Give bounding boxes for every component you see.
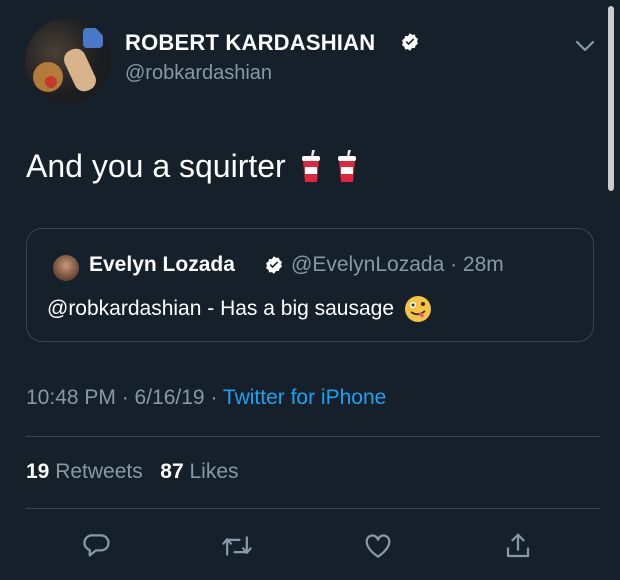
- retweet-icon: [222, 536, 252, 556]
- share-icon: [506, 533, 530, 558]
- tweet-body: And you a squirter: [26, 148, 358, 185]
- quoted-author-name: Evelyn Lozada: [89, 253, 235, 276]
- quoted-tweet-text: @robkardashian - Has a big sausage: [47, 297, 395, 320]
- tweet-timestamp: 10:48 PM · 6/16/19 ·: [26, 386, 223, 409]
- tweet-stats: 19 Retweets 87 Likes: [26, 460, 239, 484]
- chevron-down-icon[interactable]: [574, 38, 596, 54]
- zany-face-emoji-icon: [405, 296, 432, 322]
- retweet-button[interactable]: [219, 528, 255, 564]
- retweets-label: Retweets: [55, 460, 143, 483]
- tweet-text: And you a squirter: [26, 148, 286, 184]
- author-handle[interactable]: @robkardashian: [125, 62, 272, 85]
- reply-icon: [83, 534, 110, 557]
- tweet-meta: 10:48 PM · 6/16/19 · Twitter for iPhone: [26, 386, 386, 410]
- author-avatar[interactable]: [25, 18, 111, 104]
- like-button[interactable]: [360, 528, 396, 564]
- heart-icon: [365, 534, 391, 558]
- likes-count: 87: [160, 460, 184, 483]
- divider: [26, 436, 600, 437]
- share-button[interactable]: [500, 528, 536, 564]
- author-name[interactable]: ROBERT KARDASHIAN: [125, 30, 375, 56]
- tweet-emoji: [300, 149, 358, 184]
- tweet-source-link[interactable]: Twitter for iPhone: [223, 386, 386, 409]
- reply-button[interactable]: [78, 528, 114, 564]
- retweets-count: 19: [26, 460, 50, 483]
- divider: [26, 508, 600, 509]
- quoted-author-handle-time: @EvelynLozada · 28m: [291, 253, 504, 276]
- quoted-tweet-body: @robkardashian - Has a big sausage: [47, 295, 432, 323]
- cup-with-straw-icon: [301, 149, 320, 182]
- retweets-stat[interactable]: 19 Retweets: [26, 460, 143, 483]
- quoted-tweet[interactable]: Evelyn Lozada @EvelynLozada · 28m @robka…: [26, 228, 594, 342]
- quoted-author-avatar: [53, 255, 79, 281]
- likes-label: Likes: [189, 460, 239, 483]
- cup-with-straw-icon: [337, 149, 356, 182]
- scrollbar[interactable]: [608, 6, 614, 191]
- verified-badge-icon: [266, 256, 282, 274]
- likes-stat[interactable]: 87 Likes: [160, 460, 238, 483]
- verified-badge-icon: [402, 33, 418, 51]
